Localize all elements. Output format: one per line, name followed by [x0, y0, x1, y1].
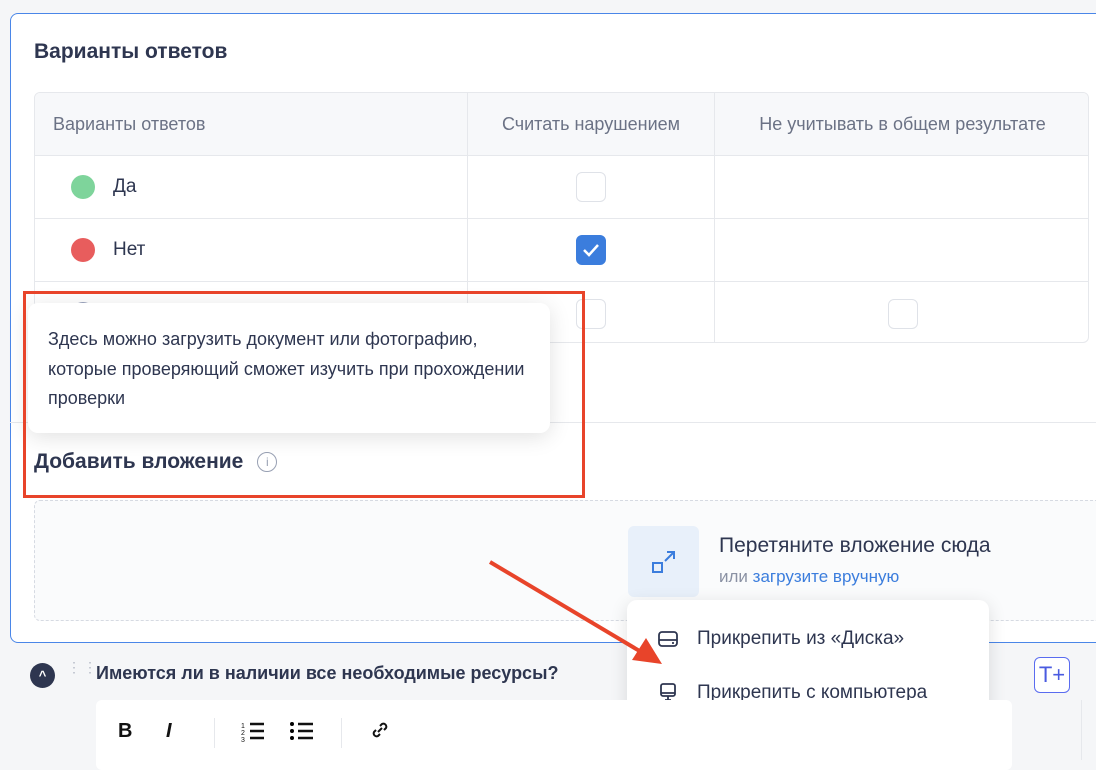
annotation-arrow-icon — [488, 560, 662, 664]
